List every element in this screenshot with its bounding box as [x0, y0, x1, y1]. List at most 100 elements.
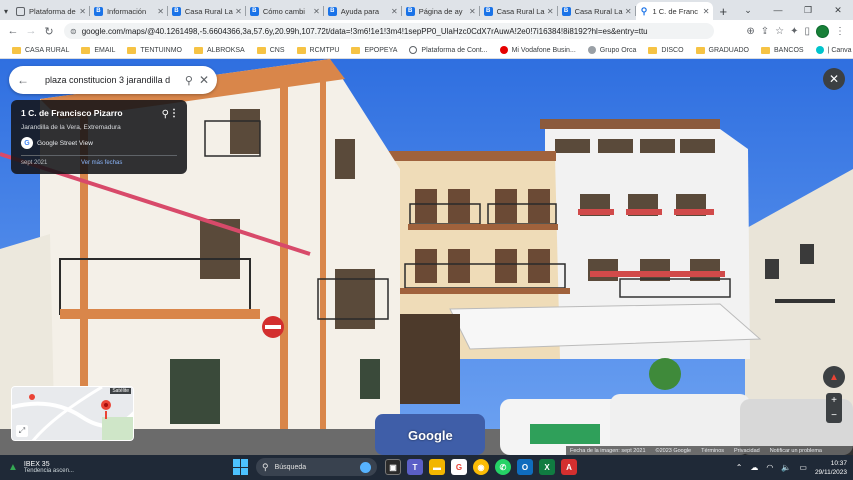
minimap-layer-tag: Satélite	[110, 388, 131, 394]
excel-icon[interactable]: X	[539, 459, 555, 475]
zoom-out-button[interactable]: −	[831, 410, 837, 421]
browser-tab[interactable]: B Casa Rural La ✕	[480, 2, 558, 20]
bookmark-folder[interactable]: EPOPEYA	[347, 46, 401, 54]
search-input[interactable]: plaza constitucion 3 jarandilla d	[45, 75, 179, 85]
bookmark-link[interactable]: Grupo Orca	[584, 46, 641, 54]
bookmark-star-icon[interactable]: ☆	[775, 26, 784, 37]
close-tab-icon[interactable]: ✕	[703, 7, 710, 16]
wifi-icon[interactable]: ◠	[766, 463, 773, 472]
terms-link[interactable]: Términos	[701, 448, 724, 454]
close-tab-icon[interactable]: ✕	[625, 7, 632, 16]
close-tab-icon[interactable]: ✕	[469, 7, 476, 16]
bookmark-link[interactable]: Plataforma de Cont...	[405, 46, 491, 54]
more-dates-link[interactable]: Ver más fechas	[81, 160, 122, 166]
close-tab-icon[interactable]: ✕	[235, 7, 242, 16]
chevron-up-icon[interactable]: ⌃	[736, 463, 743, 472]
forward-button[interactable]: →	[22, 25, 40, 37]
tab-search-icon[interactable]: ▾	[0, 2, 12, 20]
reload-button[interactable]: ↻	[40, 25, 58, 38]
sidepanel-icon[interactable]: ▯	[804, 26, 810, 37]
bookmark-label: EMAIL	[94, 46, 116, 54]
bookmark-folder[interactable]: ALBROKSA	[190, 46, 249, 54]
map-pin-icon[interactable]: ⚲	[162, 109, 169, 120]
install-icon[interactable]: ⊕	[746, 26, 754, 37]
copyright: ©2023 Google	[655, 447, 692, 454]
stock-widget[interactable]: ▲ IBEX 35 Tendencia ascen...	[8, 461, 74, 474]
volume-icon[interactable]: 🔈	[781, 463, 791, 472]
share-icon[interactable]: ⇪	[761, 26, 769, 37]
close-tab-icon[interactable]: ✕	[313, 7, 320, 16]
more-options-icon[interactable]: ⋮	[169, 108, 179, 119]
chevron-down-icon[interactable]: ⌄	[733, 5, 763, 16]
b-icon: B	[561, 6, 571, 16]
back-arrow-icon[interactable]: ←	[17, 73, 37, 87]
chrome-icon[interactable]: ◉	[473, 459, 489, 475]
gmail-icon[interactable]: G	[451, 459, 467, 475]
bookmark-folder[interactable]: CASA RURAL	[8, 46, 73, 54]
minimize-button[interactable]: —	[763, 5, 793, 15]
extensions-icon[interactable]: ✦	[790, 26, 798, 37]
bookmark-folder[interactable]: CNS	[253, 46, 289, 54]
browser-tab[interactable]: B Casa Rural La ✕	[558, 2, 636, 20]
browser-tab-active[interactable]: ⚲ 1 C. de Franc ✕	[635, 2, 714, 20]
bookmark-folder[interactable]: EMAIL	[77, 46, 119, 54]
profile-avatar[interactable]	[816, 24, 829, 38]
bookmark-label: ALBROKSA	[206, 46, 245, 54]
bookmark-folder[interactable]: TENTUINMO	[123, 46, 186, 54]
search-icon[interactable]: ⚲	[185, 74, 193, 87]
toolbar-actions: ⊕ ⇪ ☆ ✦ ▯ ⋮	[746, 24, 849, 38]
close-tab-icon[interactable]: ✕	[157, 7, 164, 16]
b-icon: B	[405, 6, 415, 16]
browser-tab[interactable]: B Casa Rural La ✕	[168, 2, 246, 20]
image-date: Fecha de la imagen: sept 2021	[570, 447, 646, 454]
close-window-button[interactable]: ✕	[823, 5, 853, 16]
start-button-pane	[241, 459, 248, 467]
divider	[21, 155, 177, 156]
battery-icon[interactable]: ▭	[799, 463, 807, 472]
bookmark-label: BANCOS	[774, 46, 804, 54]
close-tab-icon[interactable]: ✕	[391, 7, 398, 16]
file-explorer-icon[interactable]: ▬	[429, 459, 445, 475]
teams-icon[interactable]: T	[407, 459, 423, 475]
onedrive-icon[interactable]: ☁	[750, 463, 758, 472]
folder-icon	[351, 46, 361, 54]
site-info-icon[interactable]: ⊜	[70, 27, 77, 36]
close-tab-icon[interactable]: ✕	[547, 7, 554, 16]
report-problem-link[interactable]: Notificar un problema	[770, 448, 822, 454]
maps-search-box[interactable]: ← plaza constitucion 3 jarandilla d ⚲ ✕	[9, 66, 217, 94]
minimap[interactable]: Satélite ⤢	[11, 386, 134, 441]
browser-tab[interactable]: B Información ✕	[90, 2, 168, 20]
zoom-in-button[interactable]: +	[831, 395, 837, 406]
whatsapp-icon[interactable]: ✆	[495, 459, 511, 475]
menu-kebab-icon[interactable]: ⋮	[835, 26, 845, 37]
privacy-link[interactable]: Privacidad	[734, 448, 760, 454]
task-view-icon[interactable]: ▣	[385, 459, 401, 475]
close-tab-icon[interactable]: ✕	[79, 7, 86, 16]
back-button[interactable]: ←	[4, 25, 22, 37]
bookmark-folder[interactable]: BANCOS	[757, 46, 808, 54]
expand-map-icon[interactable]: ⤢	[16, 425, 28, 437]
new-tab-button[interactable]: +	[713, 2, 733, 20]
bookmark-folder[interactable]: GRADUADO	[692, 46, 753, 54]
close-street-view-button[interactable]: ✕	[823, 68, 845, 90]
bookmark-link[interactable]: | Canva	[812, 46, 853, 54]
bookmark-folder[interactable]: DISCO	[644, 46, 687, 54]
compass-icon[interactable]: ▲	[823, 366, 845, 388]
taskbar-apps: ▣ T ▬ G ◉ ✆ O X A	[385, 459, 577, 475]
bookmark-folder[interactable]: RCMTPU	[293, 46, 344, 54]
address-bar[interactable]: ⊜ google.com/maps/@40.1261498,-5.6604366…	[64, 23, 714, 39]
outlook-icon[interactable]: O	[517, 459, 533, 475]
globe-icon	[587, 46, 596, 54]
close-icon[interactable]: ✕	[199, 73, 209, 87]
start-button[interactable]	[233, 459, 249, 475]
maximize-button[interactable]: ❐	[793, 5, 823, 16]
browser-tab[interactable]: Plataforma de ✕	[12, 2, 90, 20]
browser-tab[interactable]: B Cómo cambi ✕	[246, 2, 324, 20]
bookmark-link[interactable]: Mi Vodafone Busin...	[496, 46, 580, 54]
bookmark-label: Grupo Orca	[599, 46, 637, 54]
taskbar-search[interactable]: ⚲ Búsqueda	[256, 458, 377, 476]
browser-tab[interactable]: B Página de ay ✕	[402, 2, 480, 20]
browser-tab[interactable]: B Ayuda para ✕	[324, 2, 402, 20]
pdf-icon[interactable]: A	[561, 459, 577, 475]
clock[interactable]: 10:37 29/11/2023	[815, 459, 847, 477]
